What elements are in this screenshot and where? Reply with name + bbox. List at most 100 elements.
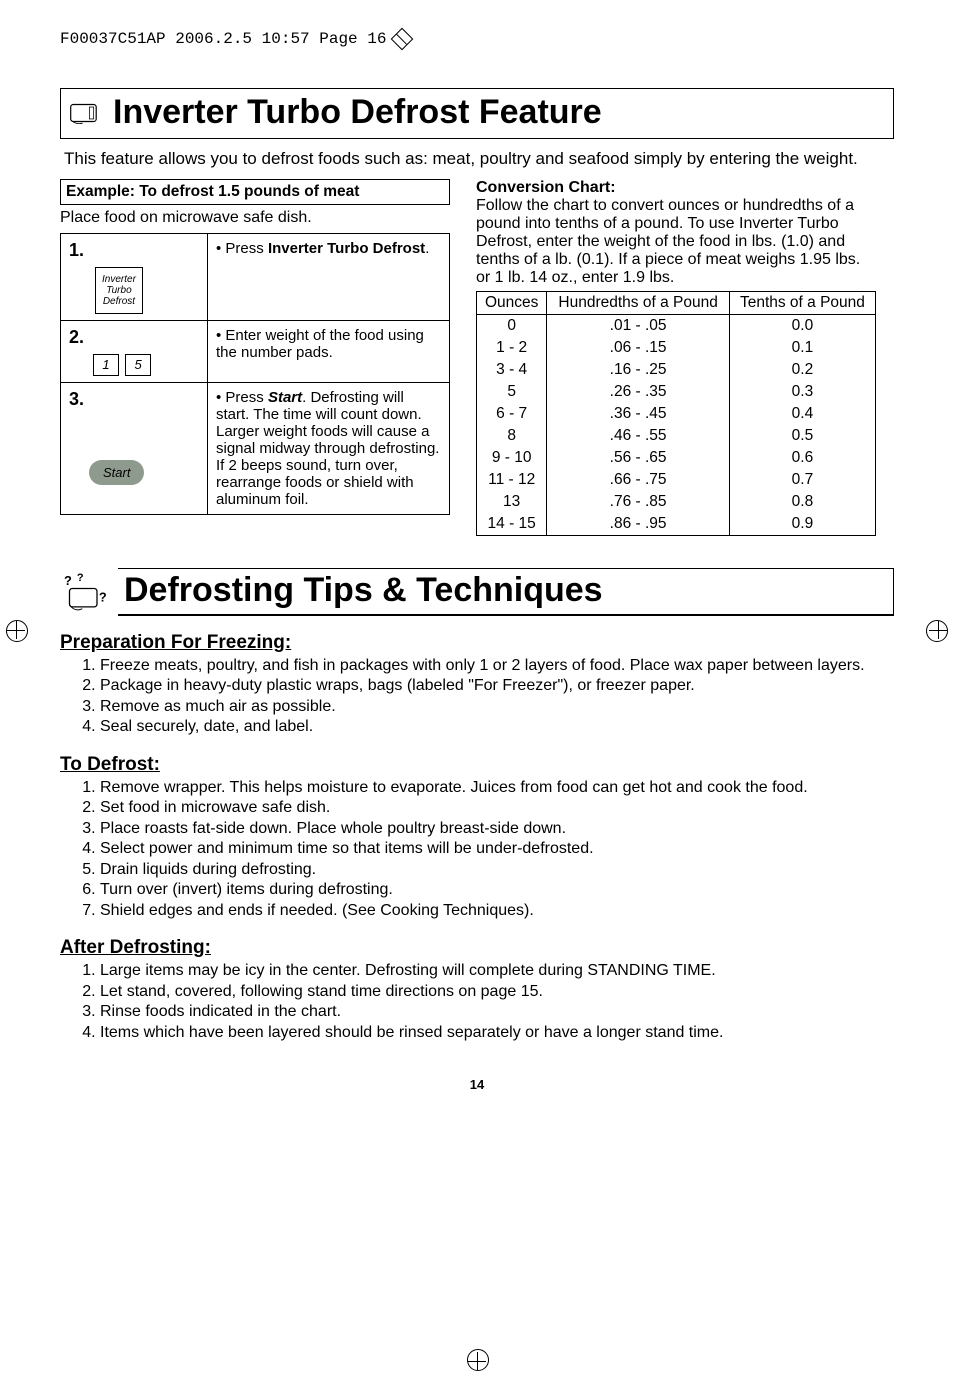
table-cell: .36 - .45 [547, 403, 730, 425]
step-row: 2. 1 5 • Enter weight of the food using … [61, 321, 450, 383]
step-text-cell: • Press Start. Defrosting will start. Th… [208, 383, 450, 515]
crop-cross-icon [929, 621, 947, 639]
table-cell: 0.8 [729, 491, 875, 513]
number-pad-button[interactable]: 5 [125, 354, 151, 376]
step-text-suffix: . Defrosting will start. The time will c… [216, 389, 439, 508]
table-cell: 0.7 [729, 469, 875, 491]
step-text-prefix: • Press [216, 389, 268, 406]
step-text-bold: Inverter Turbo Defrost [268, 240, 425, 257]
list-item: Items which have been layered should be … [100, 1023, 894, 1043]
table-cell: .16 - .25 [547, 359, 730, 381]
after-heading: After Defrosting: [60, 937, 894, 959]
table-cell: 6 - 7 [477, 403, 547, 425]
table-cell: 3 - 4 [477, 359, 547, 381]
chart-title: Conversion Chart: [476, 179, 876, 197]
table-cell: .76 - .85 [547, 491, 730, 513]
table-cell: 0.6 [729, 447, 875, 469]
table-row: 6 - 7.36 - .450.4 [477, 403, 876, 425]
list-item: Set food in microwave safe dish. [100, 798, 894, 818]
table-cell: 8 [477, 425, 547, 447]
prep-list: Freeze meats, poultry, and fish in packa… [60, 656, 894, 738]
table-row: 5.26 - .350.3 [477, 381, 876, 403]
chart-description: Follow the chart to convert ounces or hu… [476, 197, 876, 287]
list-item: Let stand, covered, following stand time… [100, 982, 894, 1002]
two-column-layout: Example: To defrost 1.5 pounds of meat P… [60, 179, 894, 536]
table-cell: .06 - .15 [547, 337, 730, 359]
start-button[interactable]: Start [89, 460, 144, 485]
step-text-bolditalic: Start [268, 389, 302, 406]
table-cell: .86 - .95 [547, 513, 730, 536]
table-cell: 0.3 [729, 381, 875, 403]
table-row: 9 - 10.56 - .650.6 [477, 447, 876, 469]
list-item: Turn over (invert) items during defrosti… [100, 880, 894, 900]
table-cell: 9 - 10 [477, 447, 547, 469]
list-item: Drain liquids during defrosting. [100, 860, 894, 880]
step-num-cell: 2. 1 5 [61, 321, 208, 383]
list-item: Shield edges and ends if needed. (See Co… [100, 901, 894, 921]
example-title: Example: To defrost 1.5 pounds of meat [60, 179, 450, 205]
steps-table: 1. Inverter Turbo Defrost • Press Invert… [60, 233, 450, 515]
table-cell: 0 [477, 315, 547, 338]
defrost-list: Remove wrapper. This helps moisture to e… [60, 778, 894, 921]
after-list: Large items may be icy in the center. De… [60, 961, 894, 1043]
table-row: 13.76 - .850.8 [477, 491, 876, 513]
page: F00037C51AP 2006.2.5 10:57 Page 16 Inver… [0, 0, 954, 1383]
defrost-heading: To Defrost: [60, 754, 894, 776]
step-text-cell: • Press Inverter Turbo Defrost. [208, 234, 450, 321]
print-header: F00037C51AP 2006.2.5 10:57 Page 16 [60, 30, 894, 48]
svg-text:?: ? [64, 573, 72, 588]
section-title: Inverter Turbo Defrost Feature [113, 93, 602, 132]
table-header-text: Tenths of a Pound [740, 294, 865, 311]
number-pad-button[interactable]: 1 [93, 354, 119, 376]
table-row: 1 - 2.06 - .150.1 [477, 337, 876, 359]
table-header-row: Ounces Hundredths of a Pound Tenths of a… [477, 292, 876, 315]
tips-section-header: ? ? ? Defrosting Tips & Techniques [60, 568, 894, 616]
section-title-box: Inverter Turbo Defrost Feature [60, 88, 894, 139]
conversion-table: Ounces Hundredths of a Pound Tenths of a… [476, 291, 876, 536]
step-num-cell: 3. Start [61, 383, 208, 515]
table-cell: 11 - 12 [477, 469, 547, 491]
list-item: Select power and minimum time so that it… [100, 839, 894, 859]
intro-text: This feature allows you to defrost foods… [64, 149, 890, 169]
table-cell: .46 - .55 [547, 425, 730, 447]
table-row: 11 - 12.66 - .750.7 [477, 469, 876, 491]
step-row: 1. Inverter Turbo Defrost • Press Invert… [61, 234, 450, 321]
table-cell: 0.4 [729, 403, 875, 425]
step-text-suffix: . [425, 240, 429, 257]
table-cell: .66 - .75 [547, 469, 730, 491]
table-cell: 0.0 [729, 315, 875, 338]
step-text-cell: • Enter weight of the food using the num… [208, 321, 450, 383]
table-header: Ounces [477, 292, 547, 315]
crop-cross-icon [468, 1352, 486, 1370]
table-row: 0.01 - .050.0 [477, 315, 876, 338]
step-row: 3. Start • Press Start. Defrosting will … [61, 383, 450, 515]
table-header-text: Hundredths of a Pound [558, 294, 717, 311]
table-cell: 1 - 2 [477, 337, 547, 359]
left-column: Example: To defrost 1.5 pounds of meat P… [60, 179, 450, 515]
table-header: Hundredths of a Pound [547, 292, 730, 315]
list-item: Rinse foods indicated in the chart. [100, 1002, 894, 1022]
table-row: 14 - 15.86 - .950.9 [477, 513, 876, 536]
step-text-prefix: • Press [216, 240, 268, 257]
table-cell: .26 - .35 [547, 381, 730, 403]
table-cell: 5 [477, 381, 547, 403]
crop-mark-icon [391, 28, 414, 51]
table-cell: 0.5 [729, 425, 875, 447]
list-item: Remove as much air as possible. [100, 697, 894, 717]
list-item: Remove wrapper. This helps moisture to e… [100, 778, 894, 798]
inverter-turbo-defrost-button[interactable]: Inverter Turbo Defrost [95, 267, 143, 314]
print-header-text: F00037C51AP 2006.2.5 10:57 Page 16 [60, 30, 386, 48]
crop-cross-icon [7, 621, 25, 639]
table-cell: 0.9 [729, 513, 875, 536]
table-cell: 13 [477, 491, 547, 513]
right-column: Conversion Chart: Follow the chart to co… [476, 179, 876, 536]
example-subtitle: Place food on microwave safe dish. [60, 209, 450, 227]
table-header: Tenths of a Pound [729, 292, 875, 315]
table-cell: 0.2 [729, 359, 875, 381]
step-number: 2. [69, 327, 199, 348]
svg-text:?: ? [99, 589, 107, 604]
tips-icon: ? ? ? [60, 572, 112, 616]
list-item: Package in heavy-duty plastic wraps, bag… [100, 676, 894, 696]
list-item: Freeze meats, poultry, and fish in packa… [100, 656, 894, 676]
svg-text:?: ? [77, 572, 84, 584]
